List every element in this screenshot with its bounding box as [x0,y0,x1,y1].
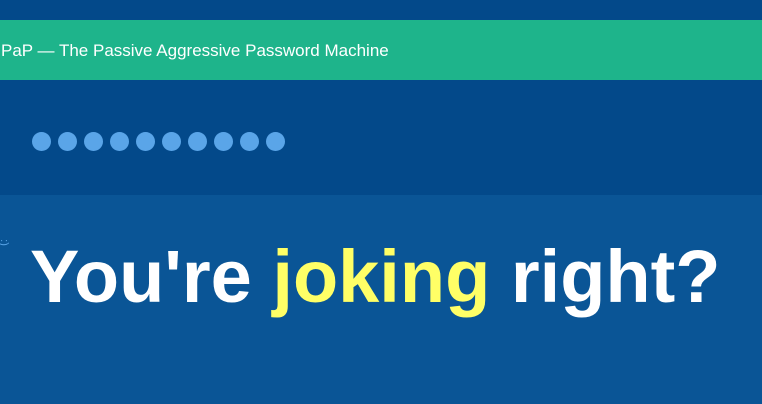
app-header: PaP — The Passive Aggressive Password Ma… [0,20,762,80]
masked-password-display [32,132,285,151]
password-dot [136,132,155,151]
password-dot [266,132,285,151]
app-title: PaP — The Passive Aggressive Password Ma… [1,40,389,60]
password-dot [58,132,77,151]
password-dot [240,132,259,151]
feedback-message: You're joking right? [30,234,720,319]
password-dot [188,132,207,151]
password-section [0,80,762,195]
feedback-suffix: right? [510,235,721,318]
app-page: PaP — The Passive Aggressive Password Ma… [0,0,762,404]
feedback-highlight: joking [272,235,491,318]
password-dot [32,132,51,151]
feedback-section: :) You're joking right? [0,195,762,404]
smiley-icon: :) [0,239,10,246]
password-dot [162,132,181,151]
feedback-prefix: You're [30,235,252,318]
password-dot [84,132,103,151]
password-dot [110,132,129,151]
password-dot [214,132,233,151]
